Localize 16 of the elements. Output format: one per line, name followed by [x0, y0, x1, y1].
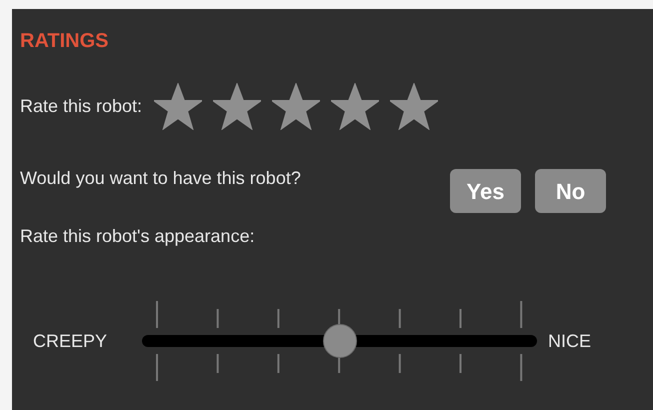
star-icon[interactable]	[213, 83, 262, 130]
answer-button[interactable]: No	[535, 169, 606, 213]
appearance-label: Rate this robot's appearance:	[20, 225, 255, 248]
section-title: RATINGS	[20, 31, 109, 51]
star-icon[interactable]	[331, 83, 380, 130]
question-label: Would you want to have this robot?	[20, 167, 302, 190]
star-icon[interactable]	[390, 83, 438, 130]
star-rating[interactable]	[154, 83, 438, 130]
star-icon[interactable]	[154, 83, 202, 130]
star-icon[interactable]	[272, 83, 320, 130]
slider-thumb[interactable]	[322, 324, 356, 358]
max-label: NICE	[548, 330, 592, 352]
slider[interactable]	[142, 324, 537, 358]
answer-button[interactable]: Yes	[450, 169, 521, 213]
min-label: CREEPY	[33, 330, 108, 352]
rating-label: Rate this robot:	[20, 95, 142, 118]
